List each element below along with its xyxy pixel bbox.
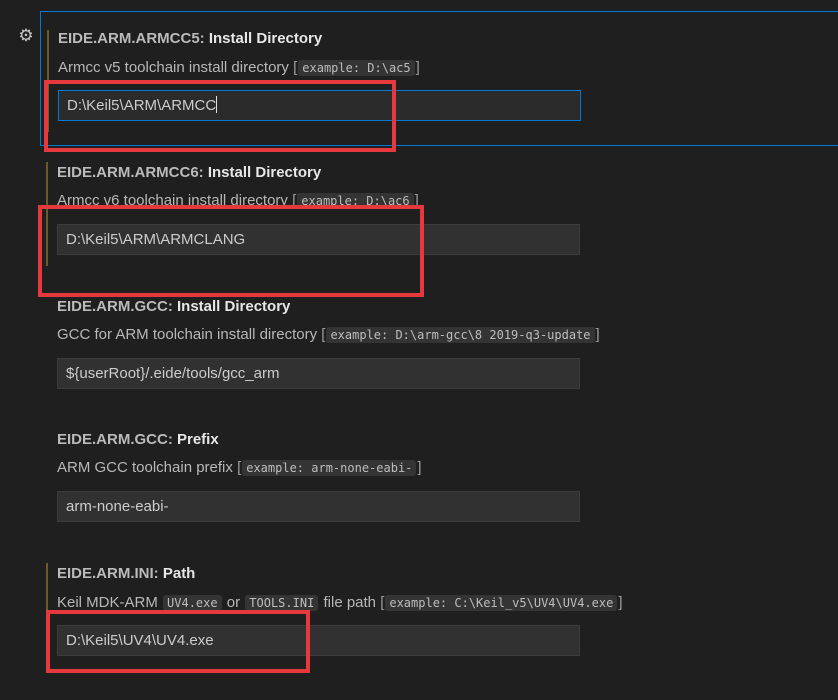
setting-title: EIDE.ARM.GCC: Prefix — [57, 431, 219, 449]
gear-icon[interactable]: ⚙ — [16, 26, 36, 46]
description-example: example: C:\Keil_v5\UV4\UV4.exe — [385, 595, 618, 611]
description-bracket-close: ] — [414, 192, 419, 209]
gcc-directory-input[interactable]: ${userRoot}/.eide/tools/gcc_arm — [57, 358, 580, 389]
description-bracket-open: [ — [237, 459, 242, 476]
setting-title: EIDE.ARM.ARMCC6: Install Directory — [57, 164, 321, 182]
input-value: D:\Keil5\ARM\ARMCLANG — [66, 231, 246, 248]
description-bracket-open: [ — [321, 326, 326, 343]
setting-armcc5-install-directory: EIDE.ARM.ARMCC5: Install Directory Armcc… — [40, 11, 838, 146]
description-example: example: D:\ac6 — [297, 193, 414, 209]
description-bracket-close: ] — [595, 326, 600, 343]
text-caret — [216, 96, 218, 113]
description-example: example: D:\ac5 — [298, 60, 415, 76]
description-text: file path — [319, 594, 381, 611]
description-example: example: D:\arm-gcc\8 2019-q3-update — [326, 327, 595, 343]
input-value: arm-none-eabi- — [66, 498, 169, 515]
setting-description: ARM GCC toolchain prefix [example: arm-n… — [57, 459, 422, 477]
setting-description: Armcc v6 toolchain install directory [ex… — [57, 192, 419, 210]
input-value: D:\Keil5\UV4\UV4.exe — [66, 632, 214, 649]
armcc6-directory-input[interactable]: D:\Keil5\ARM\ARMCLANG — [57, 224, 580, 255]
setting-category: EIDE.ARM.ARMCC5: — [58, 30, 209, 47]
setting-category: EIDE.ARM.ARMCC6: — [57, 164, 208, 181]
gcc-prefix-input[interactable]: arm-none-eabi- — [57, 491, 580, 522]
setting-title: EIDE.ARM.ARMCC5: Install Directory — [58, 30, 322, 48]
setting-description: GCC for ARM toolchain install directory … — [57, 326, 600, 344]
setting-key: Install Directory — [177, 298, 291, 315]
setting-title: EIDE.ARM.INI: Path — [57, 565, 195, 583]
input-value: ${userRoot}/.eide/tools/gcc_arm — [66, 365, 280, 382]
setting-key: Install Directory — [207, 164, 322, 181]
description-text: or — [222, 594, 245, 611]
modified-indicator — [46, 162, 48, 266]
description-bracket-close: ] — [417, 459, 422, 476]
modified-indicator — [47, 30, 49, 132]
setting-category: EIDE.ARM.GCC: — [57, 431, 177, 448]
setting-gcc-prefix: EIDE.ARM.GCC: Prefix ARM GCC toolchain p… — [40, 419, 838, 539]
setting-category: EIDE.ARM.GCC: — [57, 298, 177, 315]
ini-path-input[interactable]: D:\Keil5\UV4\UV4.exe — [57, 625, 580, 656]
setting-key: Prefix — [177, 431, 219, 448]
setting-title: EIDE.ARM.GCC: Install Directory — [57, 298, 290, 316]
setting-key: Install Directory — [208, 30, 323, 47]
setting-ini-path: EIDE.ARM.INI: Path Keil MDK-ARM UV4.exe … — [40, 553, 838, 683]
setting-description: Keil MDK-ARM UV4.exe or TOOLS.INI file p… — [57, 594, 623, 612]
setting-armcc6-install-directory: EIDE.ARM.ARMCC6: Install Directory Armcc… — [40, 152, 838, 272]
description-bracket-close: ] — [415, 59, 420, 76]
setting-description: Armcc v5 toolchain install directory [ex… — [58, 59, 420, 77]
description-text: Armcc v6 toolchain install directory — [57, 192, 293, 209]
description-bracket-close: ] — [618, 594, 623, 611]
setting-gcc-install-directory: EIDE.ARM.GCC: Install Directory GCC for … — [40, 286, 838, 406]
description-bracket-open: [ — [293, 59, 298, 76]
description-bracket-open: [ — [380, 594, 385, 611]
description-code-tools-ini: TOOLS.INI — [245, 595, 319, 611]
description-text: GCC for ARM toolchain install directory — [57, 326, 322, 343]
description-example: example: arm-none-eabi- — [242, 460, 417, 476]
description-text: Armcc v5 toolchain install directory — [58, 59, 294, 76]
description-text: Keil MDK-ARM — [57, 594, 163, 611]
setting-key: Path — [162, 565, 196, 582]
description-code-uv4: UV4.exe — [163, 595, 222, 611]
description-bracket-open: [ — [292, 192, 297, 209]
setting-category: EIDE.ARM.INI: — [57, 565, 163, 582]
modified-indicator — [46, 563, 48, 673]
armcc5-directory-input[interactable]: D:\Keil5\ARM\ARMCC — [58, 90, 581, 121]
input-value: D:\Keil5\ARM\ARMCC — [67, 97, 217, 114]
description-text: ARM GCC toolchain prefix — [57, 459, 238, 476]
